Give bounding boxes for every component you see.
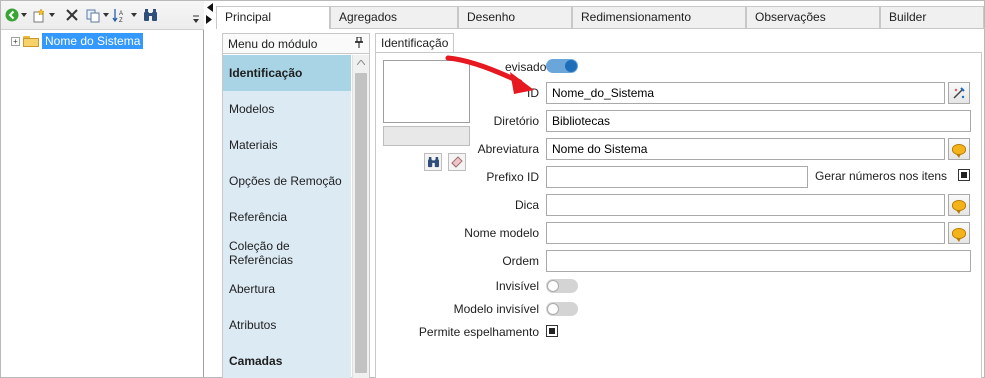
scroll-thumb[interactable]	[355, 73, 367, 373]
tree-node-root[interactable]: + Nome do Sistema	[11, 33, 144, 49]
modelo-invisivel-label: Modelo invisível	[453, 302, 539, 316]
speech-bubble-icon	[952, 227, 966, 242]
menu-item-opcoes-de-remocao[interactable]: Opções de Remoção	[223, 163, 351, 199]
id-field[interactable]	[546, 82, 945, 104]
tree-pane: AZ + Nome do Sistema	[1, 1, 204, 377]
tab-builder[interactable]: Builder	[880, 6, 984, 28]
revisado-label: evisado	[505, 60, 547, 74]
tab-divider	[216, 28, 985, 29]
toolbar-overflow-icon[interactable]	[191, 11, 201, 27]
abreviatura-translate-button[interactable]	[948, 138, 970, 160]
menu-item-camadas[interactable]: Camadas	[223, 343, 351, 378]
menu-item-modelos[interactable]: Modelos	[223, 91, 351, 127]
folder-icon	[23, 35, 39, 47]
menu-item-atributos[interactable]: Atributos	[223, 307, 351, 343]
menu-item-identificacao[interactable]: Identificação	[223, 55, 351, 91]
module-menu-list: Identificação Modelos Materiais Opções d…	[223, 55, 351, 378]
ordem-field[interactable]	[546, 250, 971, 272]
dica-field[interactable]	[546, 194, 945, 216]
nome-modelo-label: Nome modelo	[464, 226, 539, 240]
browse-image-button[interactable]	[424, 153, 442, 171]
menu-item-referencia[interactable]: Referência	[223, 199, 351, 235]
ordem-label: Ordem	[502, 254, 539, 268]
scroll-up-icon[interactable]	[353, 57, 369, 71]
speech-bubble-icon	[952, 143, 966, 158]
prefixo-id-field[interactable]	[546, 166, 808, 188]
diretorio-label: Diretório	[493, 114, 539, 128]
menu-item-colecao-de-referencias[interactable]: Coleção de Referências	[223, 235, 351, 271]
prefixo-id-label: Prefixo ID	[486, 170, 539, 184]
module-menu: Menu do módulo Identificação Modelos Mat…	[222, 33, 370, 378]
revisado-toggle[interactable]	[546, 59, 578, 73]
permite-espelhamento-label: Permite espelhamento	[418, 325, 539, 339]
tab-agregados[interactable]: Agregados	[330, 6, 458, 28]
tree-toolbar: AZ	[1, 1, 204, 30]
find-binoculars-icon[interactable]	[142, 7, 158, 23]
image-name-bar	[383, 126, 470, 146]
nome-modelo-translate-button[interactable]	[948, 222, 970, 244]
id-label: ID	[527, 86, 539, 100]
copy-dropdown-icon[interactable]	[102, 7, 110, 23]
module-menu-scrollbar[interactable]	[352, 55, 369, 378]
new-dropdown-icon[interactable]	[48, 7, 56, 23]
gerar-numeros-checkbox[interactable]	[958, 169, 970, 181]
module-menu-header: Menu do módulo	[223, 34, 369, 54]
dica-translate-button[interactable]	[948, 194, 970, 216]
generate-id-button[interactable]	[948, 82, 970, 104]
back-dropdown-icon[interactable]	[20, 7, 28, 23]
abreviatura-label: Abreviatura	[477, 142, 539, 156]
splitter-collapse-icon[interactable]	[205, 2, 214, 26]
delete-icon[interactable]	[65, 7, 79, 23]
tab-observacoes[interactable]: Observações	[746, 6, 880, 28]
diretorio-field[interactable]	[546, 110, 971, 132]
main-tabs: Principal Agregados Desenho Redimensiona…	[216, 6, 985, 29]
menu-item-abertura[interactable]: Abertura	[223, 271, 351, 307]
tab-principal[interactable]: Principal	[216, 6, 330, 29]
tab-desenho[interactable]: Desenho	[458, 6, 572, 28]
svg-text:A: A	[119, 11, 123, 17]
tab-redimensionamento[interactable]: Redimensionamento	[572, 6, 746, 28]
permite-espelhamento-checkbox[interactable]	[546, 325, 558, 337]
sort-dropdown-icon[interactable]	[130, 7, 138, 23]
back-icon[interactable]	[5, 7, 19, 23]
new-item-icon[interactable]	[31, 7, 47, 23]
svg-text:Z: Z	[119, 18, 123, 23]
copy-icon[interactable]	[85, 7, 101, 23]
details-tabs: Identificação	[375, 33, 985, 53]
id-edit-icon	[953, 87, 965, 99]
invisivel-toggle[interactable]	[546, 279, 578, 293]
nome-modelo-field[interactable]	[546, 222, 945, 244]
tree-node-label[interactable]: Nome do Sistema	[42, 33, 144, 49]
tab-identificacao[interactable]: Identificação	[375, 33, 455, 53]
invisivel-label: Invisível	[495, 279, 539, 293]
binoculars-icon	[427, 156, 439, 167]
image-preview[interactable]	[383, 60, 470, 123]
menu-item-materiais[interactable]: Materiais	[223, 127, 351, 163]
abreviatura-field[interactable]	[546, 138, 945, 160]
modelo-invisivel-toggle[interactable]	[546, 302, 578, 316]
sort-az-icon[interactable]: AZ	[111, 7, 129, 23]
eraser-icon	[451, 156, 463, 168]
gerar-numeros-label: Gerar números nos itens	[815, 169, 948, 183]
dica-label: Dica	[514, 198, 539, 212]
expand-icon[interactable]: +	[11, 36, 20, 46]
module-menu-title: Menu do módulo	[228, 37, 318, 51]
speech-bubble-icon	[952, 199, 966, 214]
pin-icon[interactable]	[355, 36, 363, 51]
